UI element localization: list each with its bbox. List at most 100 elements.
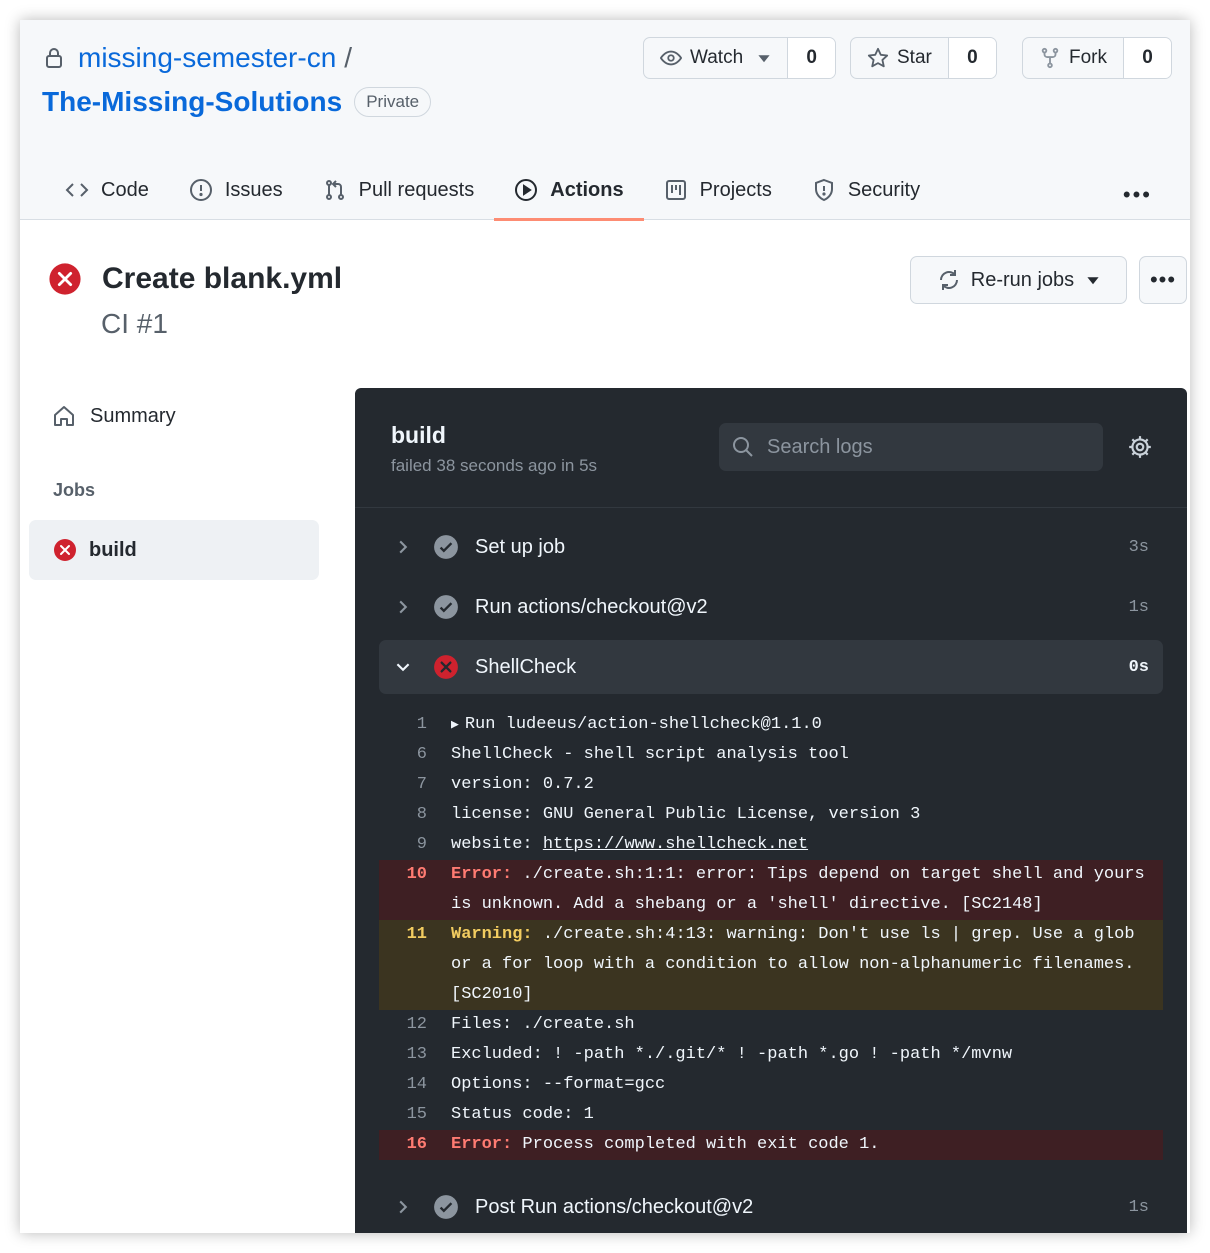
- line-number[interactable]: 6: [379, 740, 451, 770]
- tab-projects[interactable]: Projects: [644, 160, 792, 220]
- step-run-checkout[interactable]: Run actions/checkout@v2 1s: [379, 580, 1163, 634]
- caret-down-icon: [1087, 277, 1099, 285]
- failure-icon: [433, 654, 459, 680]
- jobs-heading: Jobs: [53, 480, 96, 500]
- log-line: 6 ShellCheck - shell script analysis too…: [379, 740, 1163, 770]
- line-number[interactable]: 14: [379, 1070, 451, 1100]
- fork-icon: [1041, 47, 1059, 69]
- watch-count[interactable]: 0: [787, 38, 836, 78]
- search-icon: [733, 437, 753, 457]
- log-line-error: 16 Error: Process completed with exit co…: [379, 1130, 1163, 1160]
- repo-name-line: The-Missing-Solutions Private: [42, 84, 432, 120]
- step-duration: 1s: [1128, 1197, 1149, 1217]
- line-number[interactable]: 12: [379, 1010, 451, 1040]
- fork-button-group: Fork 0: [1022, 37, 1172, 79]
- watch-button[interactable]: Watch: [644, 38, 787, 78]
- more-options-button[interactable]: •••: [1139, 256, 1187, 304]
- step-post-run-checkout[interactable]: Post Run actions/checkout@v2 1s: [379, 1180, 1163, 1233]
- watch-label: Watch: [690, 47, 744, 68]
- step-shellcheck[interactable]: ShellCheck 0s: [379, 640, 1163, 694]
- step-set-up-job[interactable]: Set up job 3s: [379, 520, 1163, 574]
- failure-icon: [54, 539, 76, 561]
- tab-label: Security: [847, 178, 921, 201]
- log-text: Process completed with exit code 1.: [512, 1135, 880, 1154]
- search-logs-field[interactable]: [719, 423, 1103, 471]
- tab-security[interactable]: Security: [792, 160, 940, 220]
- tab-label: Code: [101, 178, 149, 201]
- log-line: 15 Status code: 1: [379, 1100, 1163, 1130]
- line-number[interactable]: 11: [379, 920, 451, 1010]
- expand-triangle-icon[interactable]: ▶: [451, 717, 459, 732]
- sidebar-item-label: build: [89, 538, 137, 561]
- line-number[interactable]: 9: [379, 830, 451, 860]
- log-settings-button[interactable]: [1127, 434, 1153, 465]
- log-text: Options: --format=gcc: [451, 1075, 666, 1094]
- log-text: website:: [451, 835, 543, 854]
- repo-owner-link[interactable]: missing-semester-cn: [78, 42, 336, 74]
- success-icon: [433, 1194, 459, 1220]
- line-number[interactable]: 7: [379, 770, 451, 800]
- line-number[interactable]: 15: [379, 1100, 451, 1130]
- search-logs-input[interactable]: [767, 435, 1087, 459]
- repo-name-link[interactable]: The-Missing-Solutions: [42, 86, 342, 118]
- page-title: Create blank.yml: [102, 262, 343, 295]
- tab-pull-requests[interactable]: Pull requests: [303, 160, 495, 220]
- star-icon: [867, 47, 889, 68]
- star-button[interactable]: Star: [851, 38, 948, 78]
- log-text: Status code: 1: [451, 1105, 594, 1124]
- tab-issues[interactable]: Issues: [169, 160, 303, 220]
- success-icon: [433, 594, 459, 620]
- sidebar-item-build-job[interactable]: build: [29, 520, 319, 580]
- line-number[interactable]: 16: [379, 1130, 451, 1160]
- code-icon: [65, 183, 89, 197]
- project-icon: [665, 180, 686, 200]
- repo-header: missing-semester-cn / The-Missing-Soluti…: [20, 20, 1190, 221]
- tab-actions[interactable]: Actions: [494, 160, 644, 221]
- chevron-right-icon: [391, 600, 415, 614]
- line-number[interactable]: 13: [379, 1040, 451, 1070]
- log-line: 9 website: https://www.shellcheck.net: [379, 830, 1163, 860]
- step-duration: 3s: [1128, 537, 1149, 557]
- visibility-badge: Private: [354, 87, 432, 117]
- line-number[interactable]: 8: [379, 800, 451, 830]
- log-line: 1 ▶ Run ludeeus/action-shellcheck@1.1.0: [379, 710, 1163, 740]
- watch-button-group: Watch 0: [643, 37, 837, 79]
- shellcheck-log-output: 1 ▶ Run ludeeus/action-shellcheck@1.1.0 6…: [379, 710, 1163, 1160]
- more-tabs-button[interactable]: •••: [1123, 182, 1152, 208]
- step-duration: 0s: [1128, 657, 1149, 677]
- fork-label: Fork: [1069, 47, 1107, 68]
- shellcheck-website-link[interactable]: https://www.shellcheck.net: [543, 835, 808, 854]
- star-count[interactable]: 0: [947, 38, 996, 78]
- fork-count[interactable]: 0: [1123, 38, 1171, 78]
- log-line-warning: 11 Warning: ./create.sh:4:13: warning: D…: [379, 920, 1163, 1010]
- log-line: 13 Excluded: ! -path *./.git/* ! -path *…: [379, 1040, 1163, 1070]
- line-number[interactable]: 10: [379, 860, 451, 920]
- fork-button[interactable]: Fork: [1023, 38, 1123, 78]
- rerun-jobs-button[interactable]: Re-run jobs: [910, 256, 1127, 304]
- log-job-title: build: [391, 422, 446, 448]
- chevron-down-icon: [391, 660, 415, 674]
- log-text: Excluded: ! -path *./.git/* ! -path *.go…: [451, 1045, 1013, 1064]
- shield-icon: [814, 178, 833, 202]
- log-text: Files: ./create.sh: [451, 1015, 635, 1034]
- line-number[interactable]: 1: [379, 710, 451, 740]
- star-label: Star: [897, 47, 932, 68]
- workflow-run-name: CI #1: [101, 308, 168, 339]
- browser-window: missing-semester-cn / The-Missing-Soluti…: [20, 20, 1190, 1233]
- log-text: version: 0.7.2: [451, 775, 594, 794]
- step-name: ShellCheck: [475, 655, 577, 678]
- tab-code[interactable]: Code: [45, 160, 169, 220]
- sidebar-item-summary[interactable]: Summary: [52, 404, 176, 428]
- log-line: 8 license: GNU General Public License, v…: [379, 800, 1163, 830]
- home-icon: [54, 406, 74, 426]
- rerun-jobs-label: Re-run jobs: [970, 268, 1075, 291]
- failure-icon: [49, 263, 81, 295]
- log-header: build failed 38 seconds ago in 5s: [355, 388, 1187, 508]
- step-duration: 1s: [1128, 597, 1149, 617]
- play-icon: [515, 179, 538, 201]
- pull-request-icon: [325, 180, 344, 200]
- log-text: license: GNU General Public License, ver…: [451, 805, 921, 824]
- error-tag: Error:: [451, 1135, 513, 1154]
- log-text: ./create.sh:4:13: warning: Don't use ls …: [451, 925, 1145, 1004]
- eye-icon: [660, 50, 682, 66]
